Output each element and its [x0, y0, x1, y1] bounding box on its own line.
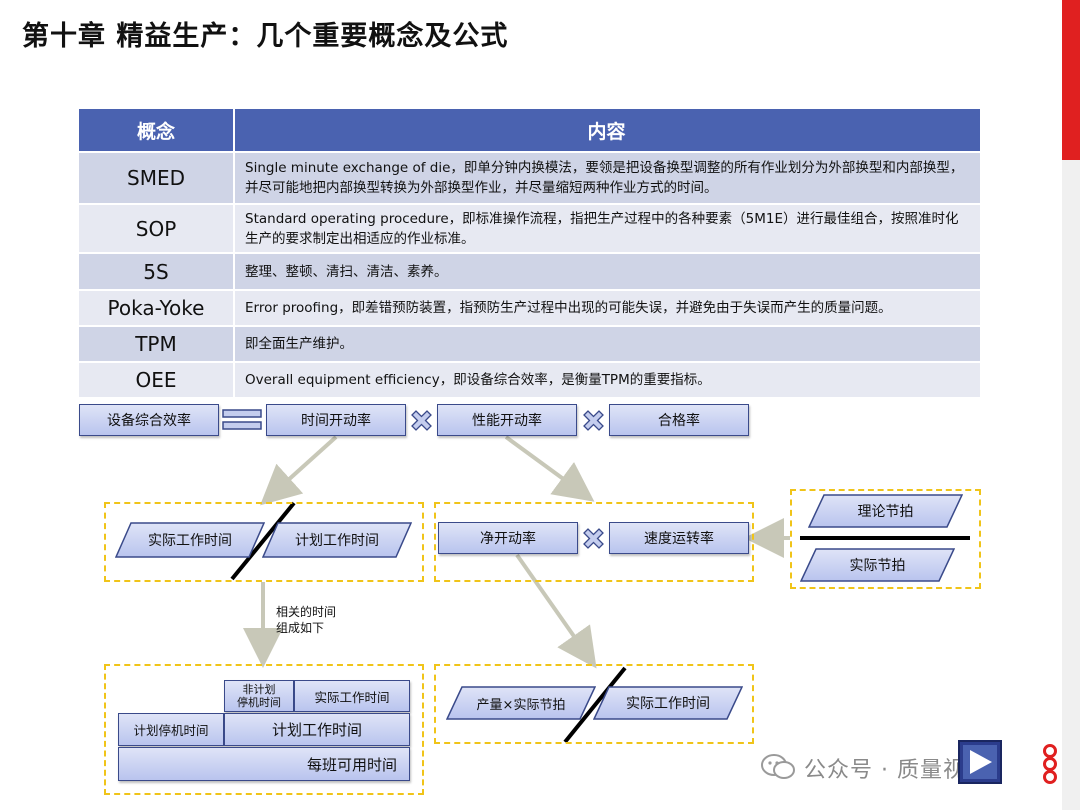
- actual-takt-label: 实际节拍: [849, 558, 906, 574]
- multiply-icon: [408, 407, 435, 434]
- planned-work-time-label: 计划工作时间: [295, 533, 379, 549]
- actual-takt-shape: 实际节拍: [800, 548, 955, 582]
- planned-work-time-shape: 计划工作时间: [262, 522, 412, 558]
- shift-available-box: 每班可用时间: [118, 747, 410, 781]
- net-actual-work-shape: 实际工作时间: [593, 686, 743, 720]
- planned-stop-box: 计划停机时间: [118, 713, 224, 746]
- actual-work-time-label: 实际工作时间: [148, 533, 232, 549]
- quality-box: 合格率: [609, 404, 749, 436]
- output-takt-label: 产量×实际节拍: [476, 697, 566, 713]
- theoretical-takt-label: 理论节拍: [857, 504, 914, 520]
- logo-icon: [1038, 744, 1062, 784]
- availability-box: 时间开动率: [266, 404, 406, 436]
- arrow-availability: [260, 435, 338, 506]
- multiply-icon: [580, 525, 607, 552]
- planned-work-box: 计划工作时间: [224, 713, 410, 746]
- time-note-line1: 相关的时间: [276, 605, 337, 619]
- unplanned-stop-line2: 停机时间: [237, 696, 281, 709]
- net-actual-work-label: 实际工作时间: [626, 696, 710, 712]
- net-rate-box: 净开动率: [438, 522, 578, 554]
- wechat-icon: [760, 752, 796, 782]
- performance-box: 性能开动率: [437, 404, 577, 436]
- equals-icon: [222, 407, 262, 433]
- unplanned-stop-line1: 非计划: [242, 683, 276, 696]
- next-slide-button[interactable]: [958, 740, 1002, 784]
- actual-work-time-shape: 实际工作时间: [115, 522, 265, 558]
- time-note-line2: 组成如下: [276, 621, 325, 635]
- oee-box: 设备综合效率: [79, 404, 219, 436]
- multiply-icon: [580, 407, 607, 434]
- unplanned-stop-box: 非计划 停机时间: [224, 680, 294, 712]
- theoretical-takt-shape: 理论节拍: [808, 494, 963, 528]
- arrow-performance: [504, 435, 595, 502]
- output-takt-shape: 产量×实际节拍: [446, 686, 596, 720]
- actual-work-box: 实际工作时间: [294, 680, 410, 712]
- speed-rate-box: 速度运转率: [609, 522, 749, 554]
